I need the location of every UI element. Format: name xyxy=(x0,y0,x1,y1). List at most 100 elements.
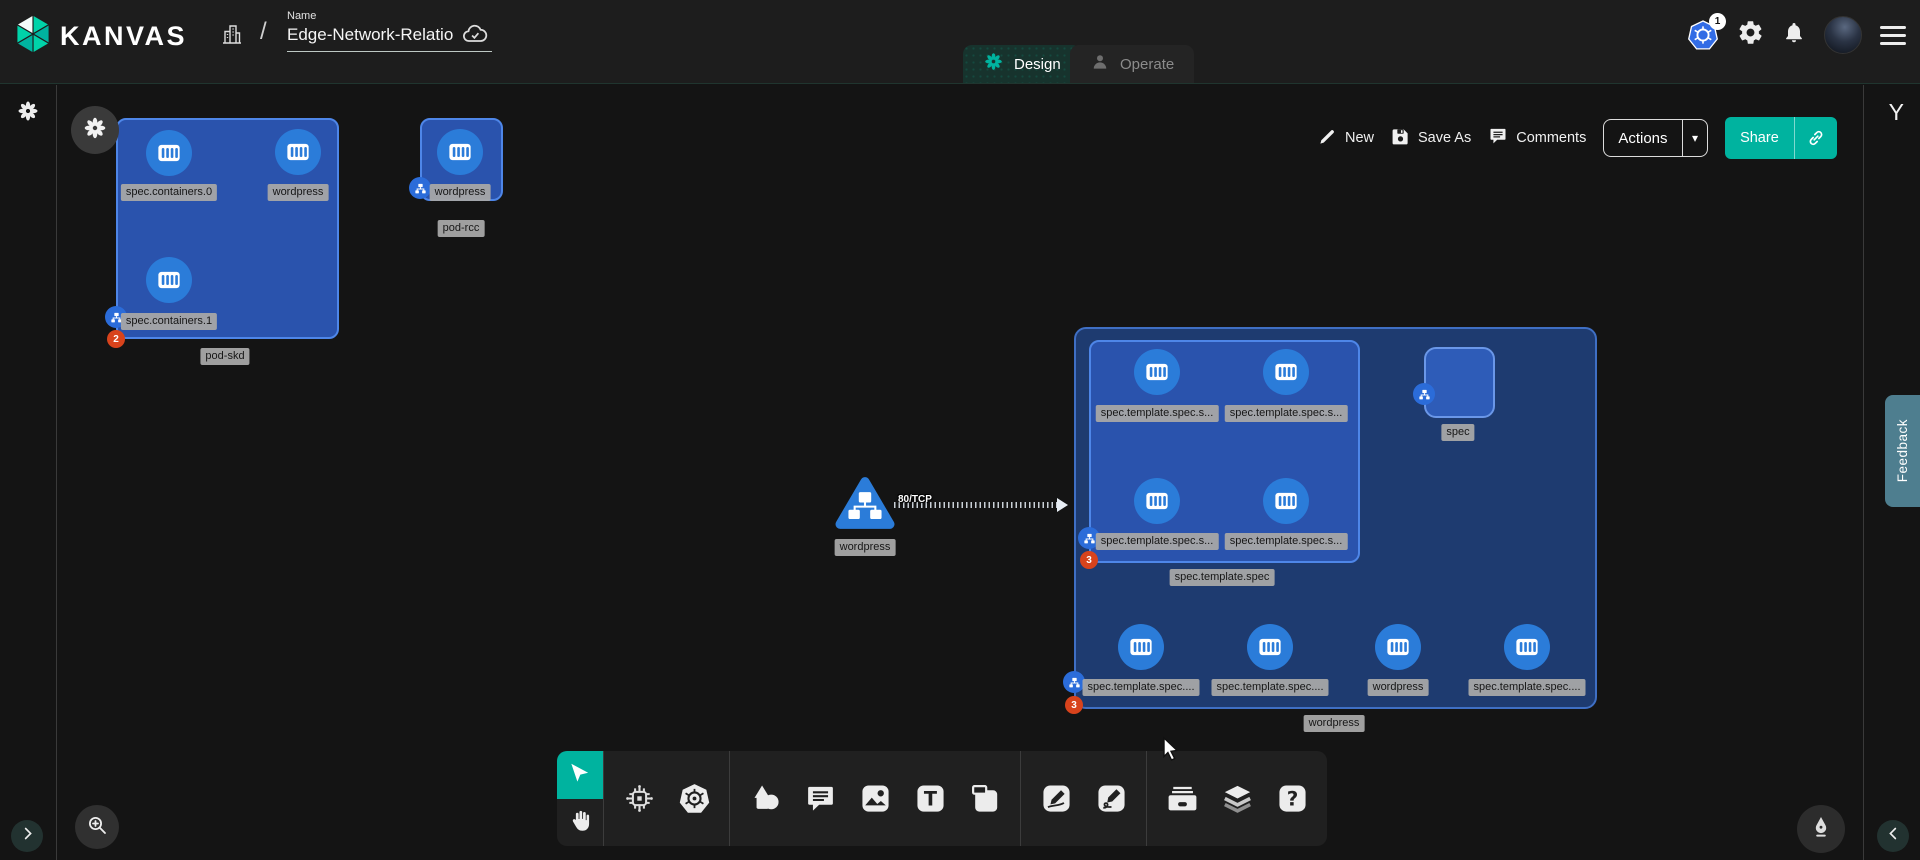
settings-gear-icon[interactable] xyxy=(1737,19,1764,51)
caret-down-icon[interactable]: ▾ xyxy=(1683,120,1707,156)
container-node[interactable] xyxy=(1263,349,1309,395)
group-label-chip: pod-skd xyxy=(200,348,249,365)
container-node[interactable] xyxy=(1247,624,1293,670)
feedback-label: Feedback xyxy=(1895,419,1910,482)
comments-button[interactable]: Comments xyxy=(1488,126,1586,150)
node-label-chip: spec.template.spec.s... xyxy=(1225,405,1348,422)
kubernetes-context-button[interactable]: 1 xyxy=(1687,19,1719,51)
tool-comment-button[interactable] xyxy=(797,768,843,830)
comment-icon xyxy=(1488,126,1508,150)
chevron-left-icon xyxy=(1886,826,1901,846)
error-count-badge[interactable]: 3 xyxy=(1080,551,1098,569)
operator-icon xyxy=(1090,52,1110,77)
actions-label: Actions xyxy=(1604,120,1681,156)
tool-pan-hand-button[interactable] xyxy=(557,799,603,847)
pod-relationship-badge[interactable] xyxy=(1413,383,1435,405)
node-label-chip: wordpress xyxy=(430,184,491,201)
chevron-right-icon xyxy=(20,826,35,846)
share-button[interactable]: Share xyxy=(1725,117,1837,159)
hamburger-menu-icon[interactable] xyxy=(1880,26,1906,45)
right-rail-top-glyph[interactable]: Y xyxy=(1889,99,1904,126)
group-label-chip: spec.template.spec xyxy=(1170,569,1275,586)
tab-operate-label: Operate xyxy=(1120,56,1174,73)
actions-dropdown-button[interactable]: Actions ▾ xyxy=(1603,119,1708,157)
zoom-button[interactable] xyxy=(75,805,119,849)
expand-left-panel-button[interactable] xyxy=(11,820,43,852)
design-mode-indicator[interactable] xyxy=(1797,805,1845,853)
service-node-wordpress[interactable] xyxy=(835,476,895,535)
node-label-chip: spec.template.spec.s... xyxy=(1096,533,1219,550)
node-label-chip: spec.template.spec.s... xyxy=(1096,405,1219,422)
kubernetes-icon xyxy=(1687,38,1719,55)
node-label-chip: spec.template.spec.... xyxy=(1469,679,1586,696)
tool-help-button[interactable]: ? xyxy=(1269,768,1315,830)
error-count-badge[interactable]: 3 xyxy=(1065,696,1083,714)
tool-drawer-button[interactable] xyxy=(1159,768,1205,830)
group-label-chip: spec xyxy=(1441,424,1474,441)
notifications-bell-icon[interactable] xyxy=(1782,21,1806,50)
hand-icon xyxy=(567,808,593,837)
tool-layers-button[interactable] xyxy=(1214,768,1260,830)
tool-shapes-button[interactable] xyxy=(742,768,788,830)
node-label-chip: spec.containers.0 xyxy=(121,184,217,201)
save-as-button[interactable]: Save As xyxy=(1391,127,1471,150)
copy-link-icon[interactable] xyxy=(1795,117,1837,159)
top-bar: KANVAS / Name Edge-Network-Relatio Desig… xyxy=(0,0,1920,84)
tool-pen-line-button[interactable] xyxy=(1033,768,1079,830)
tool-image-button[interactable] xyxy=(852,768,898,830)
new-button[interactable]: New xyxy=(1318,127,1374,150)
save-icon xyxy=(1391,127,1410,150)
container-node[interactable] xyxy=(1375,624,1421,670)
tab-design-label: Design xyxy=(1014,56,1061,73)
kanvas-logo[interactable]: KANVAS xyxy=(14,13,187,60)
container-node[interactable] xyxy=(1134,478,1180,524)
tool-select-cursor-button[interactable] xyxy=(557,751,603,799)
node-label-chip: spec.template.spec.... xyxy=(1083,679,1200,696)
new-button-label: New xyxy=(1345,130,1374,146)
container-node[interactable] xyxy=(146,257,192,303)
breadcrumb-separator: / xyxy=(260,18,267,46)
container-node[interactable] xyxy=(275,129,321,175)
kanvas-logo-icon xyxy=(14,13,52,60)
tool-kubernetes-button[interactable] xyxy=(671,768,717,830)
magnifier-plus-icon xyxy=(85,813,109,842)
pod-relationship-badge[interactable] xyxy=(409,177,431,199)
group-spec[interactable] xyxy=(1424,347,1495,418)
spiral-loader-icon[interactable] xyxy=(16,99,40,128)
tool-pencil-draw-button[interactable] xyxy=(1088,768,1134,830)
edge-port-label: 80/TCP xyxy=(898,494,932,505)
node-label-chip: wordpress xyxy=(1368,679,1429,696)
tool-component-button[interactable] xyxy=(616,768,662,830)
group-spec-template-spec[interactable] xyxy=(1089,340,1360,563)
kubernetes-annotation-node[interactable] xyxy=(71,106,119,154)
tool-frame-button[interactable] xyxy=(962,768,1008,830)
node-label-chip: spec.template.spec.s... xyxy=(1225,533,1348,550)
cursor-icon xyxy=(567,760,593,789)
cloud-sync-icon xyxy=(460,20,490,53)
app-title: KANVAS xyxy=(60,21,187,52)
tool-text-button[interactable]: T xyxy=(907,768,953,830)
container-node[interactable] xyxy=(437,129,483,175)
container-node[interactable] xyxy=(1134,349,1180,395)
avatar[interactable] xyxy=(1824,16,1862,54)
node-label-chip: wordpress xyxy=(268,184,329,201)
left-rail xyxy=(0,85,57,860)
group-label-chip: wordpress xyxy=(1304,715,1365,732)
tab-operate[interactable]: Operate xyxy=(1070,45,1194,83)
tab-design[interactable]: Design xyxy=(963,45,1081,83)
expand-right-panel-button[interactable] xyxy=(1877,820,1909,852)
container-node[interactable] xyxy=(1504,624,1550,670)
node-label-chip: wordpress xyxy=(835,539,896,556)
container-node[interactable] xyxy=(1118,624,1164,670)
feedback-tab[interactable]: Feedback xyxy=(1885,395,1920,507)
error-count-badge[interactable]: 2 xyxy=(107,330,125,348)
comments-label: Comments xyxy=(1516,130,1586,146)
kubernetes-flower-icon xyxy=(82,115,108,146)
container-node[interactable] xyxy=(1263,478,1309,524)
organization-icon[interactable] xyxy=(220,21,244,52)
share-label: Share xyxy=(1725,117,1794,159)
node-label-chip: spec.containers.1 xyxy=(121,313,217,330)
canvas-action-bar: New Save As Comments Actions ▾ Share xyxy=(1318,116,1837,160)
svg-text:?: ? xyxy=(1286,788,1298,811)
container-node[interactable] xyxy=(146,130,192,176)
